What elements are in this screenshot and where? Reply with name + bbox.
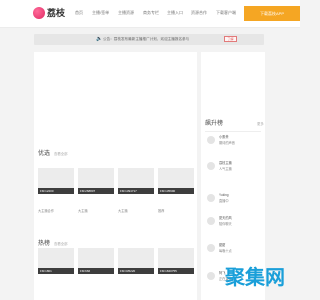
card-tag: FM:1840755: [158, 268, 194, 274]
card-tag: FM:12200: [38, 188, 74, 194]
card[interactable]: FM:12200: [38, 168, 74, 194]
avatar[interactable]: [207, 217, 215, 225]
watermark-logo: 聚集网: [224, 265, 285, 289]
lychee-logo-icon[interactable]: [33, 7, 45, 19]
ranking-title: 飙升榜: [205, 121, 224, 127]
card[interactable]: FM:135990: [158, 168, 194, 194]
ranking-item-name[interactable]: 小蛋黄: [219, 135, 229, 139]
card-caption: 大主播: [78, 209, 88, 213]
card[interactable]: FM:1394717: [118, 168, 154, 194]
nav-item-cooperation[interactable]: 资源合作: [191, 10, 207, 16]
nav-item-anchor-entry[interactable]: 主播入口: [167, 10, 183, 16]
main-panel: 优选 查看全部 FM:12200 大主播合作 FM:268807 大主播 FM:…: [34, 52, 197, 300]
card[interactable]: FM:335220: [118, 248, 154, 274]
divider: [205, 131, 261, 132]
card-tag: FM:335220: [118, 268, 154, 274]
ranking-item-name[interactable]: Yuking: [219, 193, 229, 197]
card[interactable]: FM:666: [78, 248, 114, 274]
ranking-item-name[interactable]: 甜甜: [219, 243, 225, 247]
card-tag: FM:135990: [158, 188, 194, 194]
ranking-item-name[interactable]: 夏天的风: [219, 216, 232, 220]
ranking-item-sub: 直播中: [219, 199, 229, 203]
card-tag: FM:268807: [78, 188, 114, 194]
avatar[interactable]: [207, 162, 215, 170]
nav-item-home[interactable]: 首页: [75, 10, 83, 16]
nav-item-business[interactable]: 商务专栏: [143, 10, 159, 16]
ranking-item-sub: 每晚十点: [219, 249, 232, 253]
nav-item-signup[interactable]: 主播/签单: [92, 10, 109, 16]
card[interactable]: FM:1801: [38, 248, 74, 274]
card[interactable]: FM:268807: [78, 168, 114, 194]
section-more-featured[interactable]: 查看全部: [54, 152, 68, 157]
notice-bar: 🔈 公告：荔枝发布最新主播推广计划，欢迎主播报名参与 了解: [34, 34, 264, 45]
ranking-item-sub: 人气主播: [219, 167, 232, 171]
card-tag: FM:1394717: [118, 188, 154, 194]
card-caption: 大主播: [118, 209, 128, 213]
card-tag: FM:1801: [38, 268, 74, 274]
avatar[interactable]: [207, 136, 215, 144]
avatar[interactable]: [207, 244, 215, 252]
card-caption: 大主播合作: [38, 209, 54, 213]
download-app-button[interactable]: 下载荔枝APP: [244, 6, 300, 21]
section-more-hot[interactable]: 查看全部: [54, 242, 68, 247]
ranking-item-sub: 陪你聊天: [219, 222, 232, 226]
notice-text: 公告：荔枝发布最新主播推广计划，欢迎主播报名参与: [103, 37, 190, 41]
card-caption: 推荐: [158, 209, 165, 213]
notice-button[interactable]: 了解: [224, 36, 237, 42]
section-title-featured: 优选: [38, 151, 51, 157]
site-logo-text[interactable]: 荔枝: [47, 7, 65, 19]
nav-item-client[interactable]: 下载客户端: [216, 10, 236, 16]
speaker-icon: 🔈: [96, 36, 103, 42]
top-nav: 荔枝 首页 主播/签单 主播资源 商务专栏 主播入口 资源合作 下载客户端 下载…: [0, 0, 300, 28]
card-tag: FM:666: [78, 268, 114, 274]
nav-item-anchors[interactable]: 主播资源: [118, 10, 134, 16]
ranking-item-sub: 期待的声音: [219, 141, 235, 145]
ranking-more-link[interactable]: 更多: [257, 122, 264, 127]
section-title-hot: 热榜: [38, 241, 51, 247]
ranking-item-name[interactable]: 荔枝主播: [219, 161, 232, 165]
card[interactable]: FM:1840755: [158, 248, 194, 274]
avatar[interactable]: [207, 194, 215, 202]
watermark-text: 聚集网: [224, 265, 285, 289]
